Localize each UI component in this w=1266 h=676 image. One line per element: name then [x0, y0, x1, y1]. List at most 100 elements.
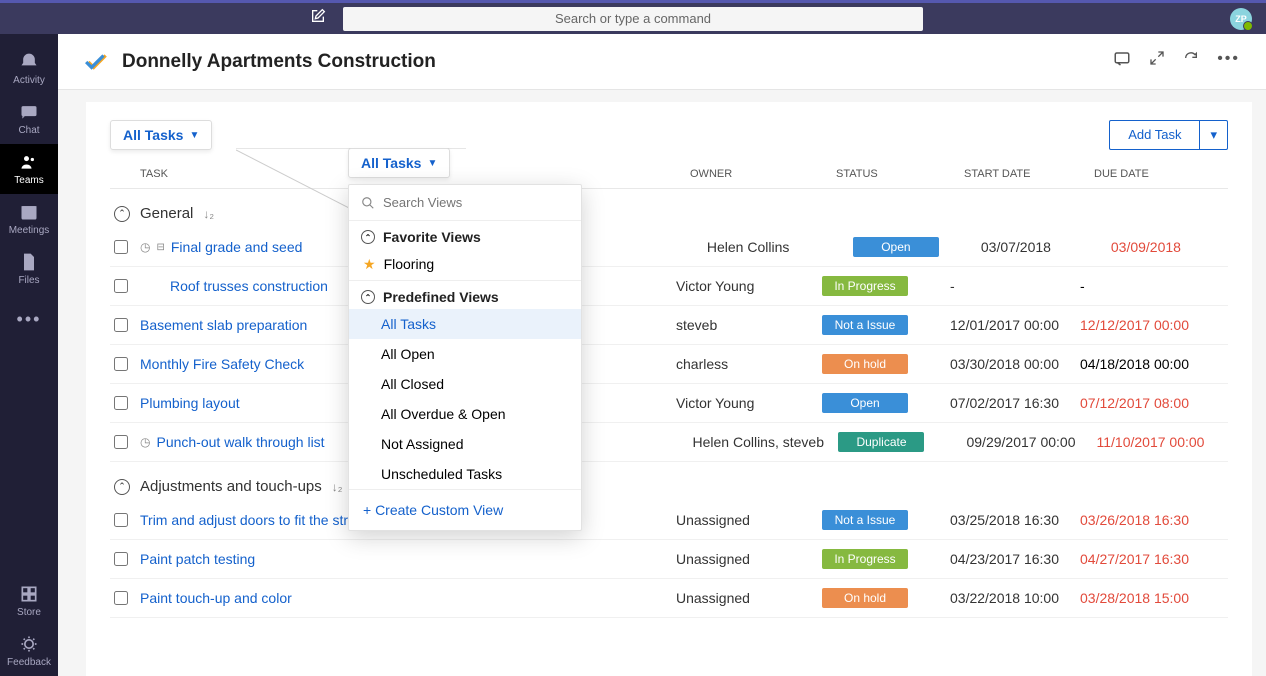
task-owner: Unassigned — [676, 512, 822, 528]
view-item[interactable]: All Closed — [349, 369, 581, 399]
col-status[interactable]: STATUS — [836, 168, 964, 180]
rail-more[interactable]: ••• — [0, 294, 58, 344]
chevron-down-icon: ▼ — [427, 158, 437, 169]
task-status: Not a Issue — [822, 510, 950, 530]
collapse-toggle-icon: ⌃ — [114, 479, 130, 495]
user-avatar[interactable]: ZP — [1230, 8, 1252, 30]
subtask-icon: ⊟ — [156, 242, 164, 253]
task-row: Paint touch-up and colorUnassignedOn hol… — [110, 579, 1228, 618]
row-checkbox[interactable] — [114, 318, 128, 332]
task-status: Duplicate — [838, 432, 966, 452]
row-checkbox[interactable] — [114, 240, 128, 254]
sort-icon[interactable]: ↓₂ — [332, 480, 343, 494]
view-dropdown[interactable]: All Tasks ▼ — [110, 120, 212, 150]
rail-files[interactable]: Files — [0, 244, 58, 294]
row-checkbox[interactable] — [114, 435, 128, 449]
task-start: 03/22/2018 10:00 — [950, 590, 1080, 606]
task-status: On hold — [822, 588, 950, 608]
row-checkbox[interactable] — [114, 591, 128, 605]
task-due: 03/26/2018 16:30 — [1080, 512, 1228, 528]
task-start: 09/29/2017 00:00 — [966, 434, 1096, 450]
predefined-views-header[interactable]: ⌃Predefined Views — [349, 280, 581, 309]
task-start: 03/30/2018 00:00 — [950, 356, 1080, 372]
view-item[interactable]: Unscheduled Tasks — [349, 459, 581, 489]
task-row: Trim and adjust doors to fit the structu… — [110, 501, 1228, 540]
view-item[interactable]: All Overdue & Open — [349, 399, 581, 429]
col-start[interactable]: START DATE — [964, 168, 1094, 180]
rail-meetings[interactable]: Meetings — [0, 194, 58, 244]
row-checkbox[interactable] — [114, 513, 128, 527]
refresh-icon[interactable] — [1183, 50, 1199, 73]
task-due: 11/10/2017 00:00 — [1096, 434, 1228, 450]
search-icon — [361, 196, 375, 210]
chevron-down-icon: ▼ — [189, 130, 199, 141]
title-bar: Search or type a command ZP — [0, 0, 1266, 34]
view-item[interactable]: All Tasks — [349, 309, 581, 339]
clock-icon: ◷ — [140, 240, 150, 254]
group-header[interactable]: ⌃General↓₂ — [110, 189, 1228, 228]
task-owner: Helen Collins — [707, 239, 853, 255]
task-row: ◷Punch-out walk through listHelen Collin… — [110, 423, 1228, 462]
more-icon[interactable]: ••• — [1217, 50, 1240, 73]
collapse-icon[interactable] — [1149, 50, 1165, 73]
task-link[interactable]: Paint touch-up and color — [140, 590, 676, 606]
view-item[interactable]: Not Assigned — [349, 429, 581, 459]
sort-icon[interactable]: ↓₂ — [203, 207, 214, 221]
command-search[interactable]: Search or type a command — [343, 7, 923, 31]
view-dropdown-zoom[interactable]: All Tasks▼ — [348, 148, 450, 178]
task-owner: Unassigned — [676, 590, 822, 606]
group-name: Adjustments and touch-ups — [140, 478, 322, 495]
tab-header: Donnelly Apartments Construction ••• — [58, 34, 1266, 90]
task-status: Open — [853, 237, 981, 257]
project-title: Donnelly Apartments Construction — [122, 51, 436, 73]
task-row: Plumbing layoutVictor YoungOpen07/02/201… — [110, 384, 1228, 423]
task-status: In Progress — [822, 549, 950, 569]
views-search[interactable] — [349, 185, 581, 220]
task-due: 07/12/2017 08:00 — [1080, 395, 1228, 411]
rail-activity[interactable]: Activity — [0, 44, 58, 94]
collapse-toggle-icon: ⌃ — [361, 230, 375, 244]
row-checkbox[interactable] — [114, 396, 128, 410]
rail-chat[interactable]: Chat — [0, 94, 58, 144]
task-row: Roof trusses constructionVictor YoungIn … — [110, 267, 1228, 306]
row-checkbox[interactable] — [114, 279, 128, 293]
task-row: ◷⊟Final grade and seedHelen CollinsOpen0… — [110, 228, 1228, 267]
task-owner: Victor Young — [676, 278, 822, 294]
task-due: 03/09/2018 — [1111, 239, 1228, 255]
task-panel: All Tasks ▼ Add Task ▾ All Tasks▼ ⌃Favor… — [86, 102, 1252, 676]
compose-icon[interactable] — [310, 8, 326, 29]
collapse-toggle-icon: ⌃ — [361, 290, 375, 304]
app-logo-icon — [84, 49, 110, 75]
task-row: Paint patch testingUnassignedIn Progress… — [110, 540, 1228, 579]
view-item[interactable]: All Open — [349, 339, 581, 369]
task-owner: Helen Collins, steveb — [692, 434, 838, 450]
task-owner: Unassigned — [676, 551, 822, 567]
views-popover: ⌃Favorite Views Flooring ⌃Predefined Vie… — [348, 184, 582, 531]
row-checkbox[interactable] — [114, 552, 128, 566]
task-start: 03/25/2018 16:30 — [950, 512, 1080, 528]
row-checkbox[interactable] — [114, 357, 128, 371]
task-due: 04/18/2018 00:00 — [1080, 356, 1228, 372]
chevron-down-icon[interactable]: ▾ — [1200, 121, 1227, 149]
favorite-views-header[interactable]: ⌃Favorite Views — [349, 220, 581, 249]
task-due: 03/28/2018 15:00 — [1080, 590, 1228, 606]
create-custom-view[interactable]: + Create Custom View — [349, 489, 581, 530]
group-header[interactable]: ⌃ Adjustments and touch-ups ↓₂ — [110, 462, 1228, 501]
view-item-flooring[interactable]: Flooring — [349, 249, 581, 280]
task-start: 07/02/2017 16:30 — [950, 395, 1080, 411]
task-link[interactable]: Paint patch testing — [140, 551, 676, 567]
rail-teams[interactable]: Teams — [0, 144, 58, 194]
rail-store[interactable]: Store — [0, 576, 58, 626]
task-start: 03/07/2018 — [981, 239, 1111, 255]
add-task-button[interactable]: Add Task ▾ — [1109, 120, 1228, 150]
col-owner[interactable]: OWNER — [690, 168, 836, 180]
task-due: 12/12/2017 00:00 — [1080, 317, 1228, 333]
app-rail: Activity Chat Teams Meetings Files ••• S… — [0, 34, 58, 676]
rail-feedback[interactable]: Feedback — [0, 626, 58, 676]
col-due[interactable]: DUE DATE — [1094, 168, 1228, 180]
column-headers: TASK OWNER STATUS START DATE DUE DATE — [110, 168, 1228, 189]
chat-panel-icon[interactable] — [1113, 50, 1131, 73]
task-start: 04/23/2017 16:30 — [950, 551, 1080, 567]
views-search-input[interactable] — [383, 195, 569, 210]
task-due: 04/27/2017 16:30 — [1080, 551, 1228, 567]
